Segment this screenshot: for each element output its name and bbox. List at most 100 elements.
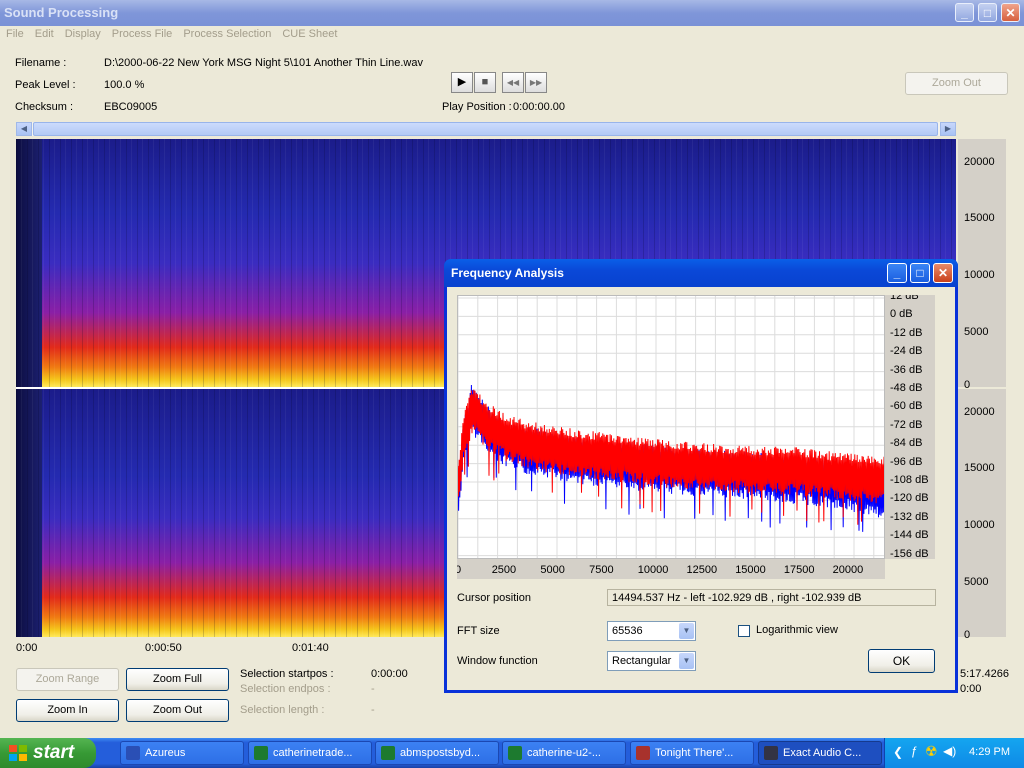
db-tick: -132 dB [890, 510, 929, 523]
hz-tick: 15000 [735, 564, 766, 576]
db-tick: -96 dB [890, 455, 923, 468]
fft-size-value: 65536 [612, 625, 643, 637]
play-position-label: Play Position : [442, 101, 512, 113]
tray-app-icon[interactable]: ƒ [911, 744, 918, 758]
frequency-axis-top: 20000 15000 10000 5000 0 [958, 139, 1006, 391]
tray-arrow-icon[interactable]: ❮ [893, 745, 903, 759]
fft-size-select[interactable]: 65536 ▼ [607, 621, 696, 641]
taskbar-item[interactable]: Exact Audio C... [758, 741, 882, 765]
scroll-right-arrow-icon[interactable]: ▶ [940, 122, 956, 136]
chevron-down-icon[interactable]: ▼ [679, 653, 694, 669]
zoom-in-button[interactable]: Zoom In [16, 699, 119, 722]
taskbar-item[interactable]: catherine-u2-... [502, 741, 626, 765]
db-axis: 12 dB 0 dB -12 dB -24 dB -36 dB -48 dB -60 dB -… [885, 295, 935, 559]
menu-process-selection[interactable]: Process Selection [177, 26, 276, 40]
taskbar-item[interactable]: Azureus [120, 741, 244, 765]
hz-tick: 5000 [540, 564, 565, 576]
zoom-range-button[interactable]: Zoom Range [16, 668, 119, 691]
selection-endpos-label: Selection endpos : [240, 683, 331, 695]
db-tick: -72 dB [890, 418, 923, 431]
zoom-full-button[interactable]: Zoom Full [126, 668, 229, 691]
window-function-label: Window function [457, 655, 538, 667]
dialog-minimize-button[interactable]: _ [887, 263, 907, 283]
menu-bar: File Edit Display Process File Process Selec… [0, 26, 1024, 44]
logarithmic-view-checkbox[interactable] [738, 625, 750, 637]
chevron-down-icon[interactable]: ▼ [679, 623, 694, 639]
app-icon [254, 746, 268, 760]
horizontal-scrollbar[interactable]: ◀ ▶ [16, 122, 956, 136]
selection-length-value: - [371, 704, 375, 716]
time-tick: 0:00 [16, 642, 38, 654]
peak-level-label: Peak Level : [15, 79, 76, 91]
freq-tick: 0 [964, 629, 971, 641]
db-tick: -60 dB [890, 400, 923, 413]
taskbar-item-label: Azureus [145, 747, 186, 759]
spectrum-chart [457, 296, 885, 558]
clock[interactable]: 4:29 PM [969, 746, 1010, 758]
taskbar-item-label: Tonight There'... [655, 747, 734, 759]
dialog-close-button[interactable]: ✕ [933, 263, 953, 283]
filename-label: Filename : [15, 57, 67, 69]
dialog-titlebar[interactable]: Frequency Analysis _ □ ✕ [444, 259, 958, 287]
dialog-body: 12 dB 0 dB -12 dB -24 dB -36 dB -48 dB -60 dB -… [447, 287, 955, 690]
play-button[interactable]: ▶ [451, 72, 473, 93]
taskbar-item[interactable]: abmspostsbyd... [375, 741, 499, 765]
maximize-button[interactable]: □ [978, 3, 997, 22]
dialog-title: Frequency Analysis [451, 266, 564, 280]
window-title: Sound Processing [4, 5, 119, 20]
taskbar: start Azureus catherinetrade... abmspostsb… [0, 738, 1024, 768]
taskbar-item-label: catherinetrade... [273, 747, 353, 759]
menu-display[interactable]: Display [59, 26, 106, 40]
scroll-left-arrow-icon[interactable]: ◀ [16, 122, 32, 136]
freq-tick: 20000 [964, 156, 995, 168]
close-button[interactable]: ✕ [1001, 3, 1020, 22]
scroll-thumb[interactable] [33, 122, 938, 136]
menu-file[interactable]: File [0, 26, 29, 40]
freq-tick: 5000 [964, 326, 989, 338]
peak-level-value: 100.0 % [104, 79, 145, 91]
hz-tick: 0 [457, 564, 462, 576]
minimize-button[interactable]: _ [955, 3, 974, 22]
db-tick: -84 dB [890, 437, 923, 450]
cursor-position-value: 14494.537 Hz - left -102.929 dB , right … [607, 589, 936, 606]
hz-tick: 10000 [637, 564, 669, 576]
taskbar-item[interactable]: catherinetrade... [248, 741, 372, 765]
right-time-zero: 0:00 [960, 683, 982, 695]
db-tick: 12 dB [890, 295, 919, 302]
app-icon [508, 746, 522, 760]
menu-process-file[interactable]: Process File [106, 26, 178, 40]
freq-tick: 15000 [964, 462, 995, 474]
db-tick: 0 dB [890, 308, 913, 321]
filename-value: D:\2000-06-22 New York MSG Night 5\101 A… [104, 57, 423, 69]
start-button[interactable]: start [0, 738, 96, 768]
taskbar-item[interactable]: Tonight There'... [630, 741, 754, 765]
windows-logo-icon [9, 745, 27, 761]
selection-length-label: Selection length : [240, 704, 325, 716]
ok-button[interactable]: OK [868, 649, 935, 673]
dialog-maximize-button[interactable]: □ [910, 263, 930, 283]
freq-tick: 20000 [964, 406, 995, 418]
radiation-icon[interactable]: ☢ [925, 743, 938, 760]
hz-tick: 17500 [783, 564, 815, 576]
time-tick: 0:01:40 [292, 642, 329, 654]
checksum-value: EBC09005 [104, 101, 158, 113]
menu-edit[interactable]: Edit [29, 26, 59, 40]
freq-tick: 15000 [964, 212, 995, 224]
rewind-button[interactable]: ◀◀ [502, 72, 524, 93]
zoom-out-top-button[interactable]: Zoom Out [905, 72, 1008, 95]
spectrum-plot[interactable] [457, 295, 885, 559]
checksum-label: Checksum : [15, 101, 74, 113]
stop-button[interactable]: ■ [474, 72, 496, 93]
db-tick: -108 dB [890, 474, 929, 486]
db-tick: -144 dB [890, 529, 929, 542]
hz-axis: 0 2500 5000 7500 10000 12500 15000 17500 20000 [457, 559, 885, 579]
taskbar-item-label: catherine-u2-... [527, 747, 601, 759]
cursor-position-label: Cursor position [457, 592, 531, 604]
menu-cue-sheet[interactable]: CUE Sheet [276, 26, 342, 40]
window-function-select[interactable]: Rectangular ▼ [607, 651, 696, 671]
total-length: 5:17.4266 [960, 668, 1009, 680]
volume-icon[interactable]: ◀) [943, 744, 956, 758]
db-tick: -36 dB [890, 363, 923, 376]
forward-button[interactable]: ▶▶ [525, 72, 547, 93]
zoom-out-button[interactable]: Zoom Out [126, 699, 229, 722]
